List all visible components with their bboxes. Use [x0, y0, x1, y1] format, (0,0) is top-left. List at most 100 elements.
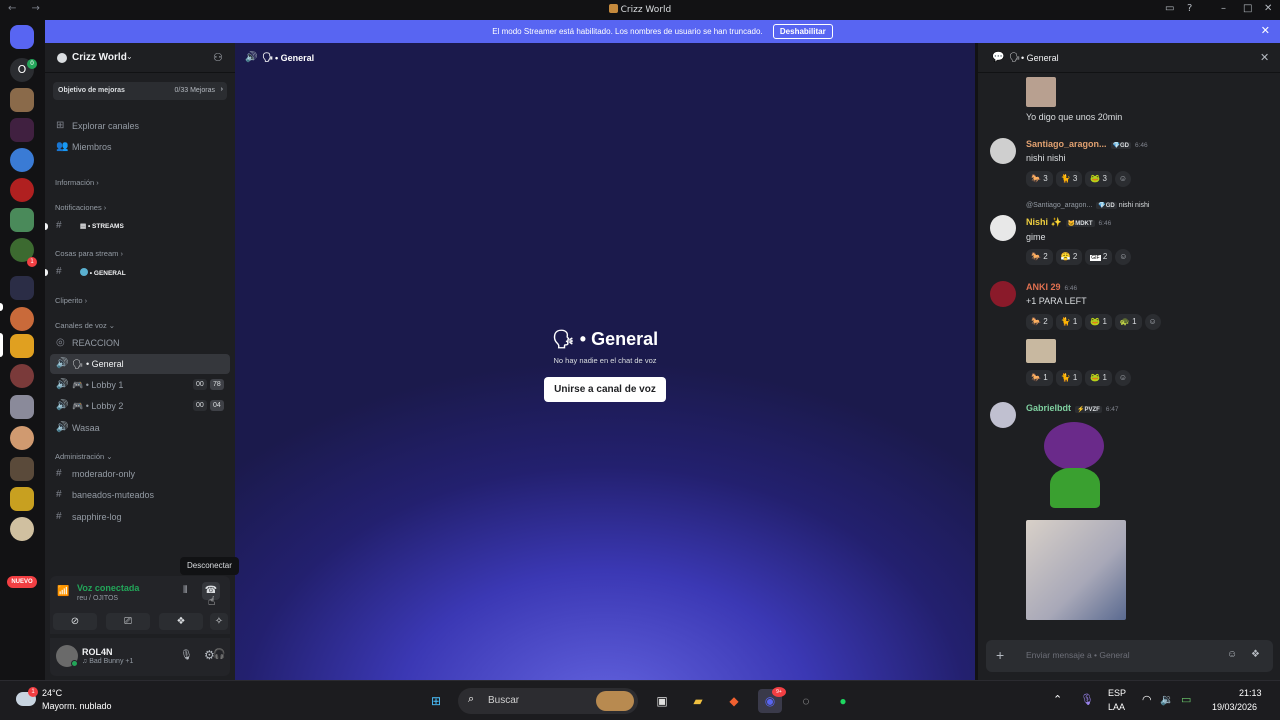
- voice-location[interactable]: reu / OJITOS: [77, 595, 118, 602]
- wifi-icon[interactable]: ◠: [1142, 693, 1152, 706]
- mic-tray-icon[interactable]: 🎙: [1080, 693, 1094, 706]
- chat-input[interactable]: + Enviar mensaje a • General ☺ ❖: [986, 640, 1273, 672]
- server-icon[interactable]: [10, 395, 34, 419]
- server-icon[interactable]: [10, 426, 34, 450]
- channel-moderador-only[interactable]: # moderador-only: [50, 464, 230, 484]
- channel-wasaa[interactable]: 🔊 Wasaa: [50, 418, 230, 438]
- category-info[interactable]: Información ›: [55, 178, 99, 187]
- reaction-chip[interactable]: GIF 2: [1085, 249, 1113, 265]
- clock-time[interactable]: 21:13: [1239, 688, 1262, 698]
- channel-reaccion[interactable]: ◎ REACCION: [50, 333, 230, 353]
- reaction-chip[interactable]: 🐎 1: [1026, 370, 1053, 386]
- join-voice-button[interactable]: Unirse a canal de voz: [544, 377, 666, 402]
- server-icon[interactable]: [10, 88, 34, 112]
- category-admin[interactable]: Administración ⌄: [55, 452, 113, 461]
- channel-lobby-2[interactable]: 🔊 🎮 • Lobby 2 00 04: [50, 396, 230, 416]
- add-reaction-icon[interactable]: ☺: [1114, 171, 1131, 187]
- add-reaction-icon[interactable]: ☺: [1115, 249, 1132, 265]
- channel-sapphire-log[interactable]: # sapphire-log: [50, 507, 230, 527]
- category-notifications[interactable]: Notificaciones ›: [55, 203, 106, 212]
- server-icon[interactable]: [10, 457, 34, 481]
- message-author[interactable]: Santiago_aragon... 💎GD 6:46: [1026, 139, 1148, 149]
- members-link[interactable]: 👥 Miembros: [50, 137, 230, 157]
- file-explorer-icon[interactable]: ▰: [686, 689, 710, 713]
- server-icon[interactable]: [10, 118, 34, 142]
- volume-icon[interactable]: 🔉: [1160, 693, 1174, 706]
- server-header[interactable]: Crizz World ⌄ ⚇: [45, 43, 235, 73]
- brave-browser-icon[interactable]: ◆: [722, 689, 746, 713]
- server-icon[interactable]: [10, 148, 34, 172]
- gif-attachment[interactable]: [1026, 520, 1126, 620]
- help-icon[interactable]: ?: [1187, 3, 1192, 14]
- reaction-chip[interactable]: 🐈 1: [1055, 370, 1083, 386]
- server-icon[interactable]: [10, 178, 34, 202]
- user-avatar[interactable]: [990, 138, 1016, 164]
- reaction-chip[interactable]: 🐈 1: [1055, 314, 1083, 330]
- reaction-chip[interactable]: 🐎 2: [1026, 314, 1053, 330]
- message-author[interactable]: Nishi ✨ 🐱MDKT 6:46: [1026, 217, 1111, 228]
- reaction-chip[interactable]: 🐢 1: [1114, 314, 1142, 330]
- message-author[interactable]: Gabrielbdt ⚡PVZF 6:47: [1026, 403, 1119, 413]
- reaction-chip[interactable]: 🐸 1: [1085, 370, 1112, 386]
- layout-indicator[interactable]: LAA: [1108, 702, 1125, 712]
- server-icon[interactable]: [10, 487, 34, 511]
- battery-icon[interactable]: ▭: [1181, 693, 1191, 706]
- microphone-icon[interactable]: 🎙: [180, 650, 193, 661]
- clock-date[interactable]: 19/03/2026: [1212, 702, 1257, 712]
- reply-preview[interactable]: @Santiago_aragon... 💎GD nishi nishi: [1026, 202, 1149, 209]
- close-chat-icon[interactable]: ✕: [1260, 51, 1269, 64]
- message-author[interactable]: ANKI 29 6:46: [1026, 282, 1077, 292]
- image-attachment[interactable]: [1026, 77, 1056, 107]
- channel-lobby-1[interactable]: 🔊 🎮 • Lobby 1 00 78: [50, 375, 230, 395]
- taskbar-search[interactable]: ⌕ Buscar: [458, 688, 638, 714]
- discord-home-icon[interactable]: [10, 25, 34, 49]
- user-avatar[interactable]: [990, 215, 1016, 241]
- active-server-icon[interactable]: [10, 334, 34, 358]
- add-reaction-icon[interactable]: ☺: [1144, 314, 1161, 330]
- apps-icon[interactable]: ❖: [1251, 649, 1260, 660]
- folder-icon[interactable]: [10, 276, 34, 300]
- server-icon[interactable]: [10, 208, 34, 232]
- reaction-chip[interactable]: 🐎 2: [1026, 249, 1053, 265]
- camera-off-icon[interactable]: ⊘: [53, 613, 97, 630]
- reaction-chip[interactable]: 😤 2: [1055, 249, 1083, 265]
- waveform-icon[interactable]: ⦀: [183, 585, 187, 596]
- maximize-icon[interactable]: □: [1243, 3, 1252, 14]
- screen-share-icon[interactable]: ⎚: [106, 613, 150, 630]
- channel-baneados-muteados[interactable]: # baneados-muteados: [50, 485, 230, 505]
- language-indicator[interactable]: ESP: [1108, 688, 1126, 698]
- server-icon[interactable]: [10, 364, 34, 388]
- add-attachment-icon[interactable]: +: [996, 647, 1004, 663]
- emoji-icon[interactable]: ☺: [1227, 649, 1237, 660]
- app-icon[interactable]: ◌: [794, 689, 818, 713]
- user-avatar[interactable]: [990, 402, 1016, 428]
- voice-status[interactable]: Voz conectada: [77, 583, 139, 593]
- category-voice[interactable]: Canales de voz ⌄: [55, 321, 115, 330]
- image-attachment[interactable]: [1026, 339, 1056, 363]
- explore-channels[interactable]: ⊞ Explorar canales: [50, 116, 230, 136]
- spotify-icon[interactable]: ●: [831, 689, 855, 713]
- channel-streams[interactable]: # ▤ • STREAMS: [50, 216, 230, 236]
- reaction-chip[interactable]: 🐎 3: [1026, 171, 1053, 187]
- category-cliperito[interactable]: Cliperito ›: [55, 296, 87, 305]
- invite-icon[interactable]: ⚇: [213, 51, 223, 64]
- channel-general-text[interactable]: # • GENERAL: [50, 262, 230, 282]
- category-stream[interactable]: Cosas para stream ›: [55, 249, 123, 258]
- close-banner-icon[interactable]: ✕: [1261, 20, 1270, 43]
- close-window-icon[interactable]: ✕: [1264, 3, 1272, 14]
- chevron-up-icon[interactable]: ⌃: [1053, 693, 1062, 706]
- inbox-icon[interactable]: ▭: [1165, 3, 1174, 14]
- add-reaction-icon[interactable]: ☺: [1114, 370, 1131, 386]
- disable-streamer-button[interactable]: Deshabilitar: [772, 24, 833, 39]
- headphones-icon[interactable]: 🎧: [213, 649, 225, 660]
- minimize-icon[interactable]: –: [1221, 3, 1226, 14]
- server-icon[interactable]: [10, 307, 34, 331]
- boost-goal[interactable]: Objetivo de mejoras 0/33 Mejoras ›: [53, 82, 227, 100]
- server-icon[interactable]: [10, 517, 34, 541]
- activities-icon[interactable]: ❖: [159, 613, 203, 630]
- windows-start-icon[interactable]: ⊞: [424, 689, 448, 713]
- sticker-chomper[interactable]: [1030, 418, 1120, 513]
- channel-general-voice[interactable]: 🔊 🗣 • General: [50, 354, 230, 374]
- soundboard-icon[interactable]: ✧: [210, 613, 228, 630]
- weather-widget[interactable]: 1 24°C Mayorm. nublado: [14, 687, 134, 715]
